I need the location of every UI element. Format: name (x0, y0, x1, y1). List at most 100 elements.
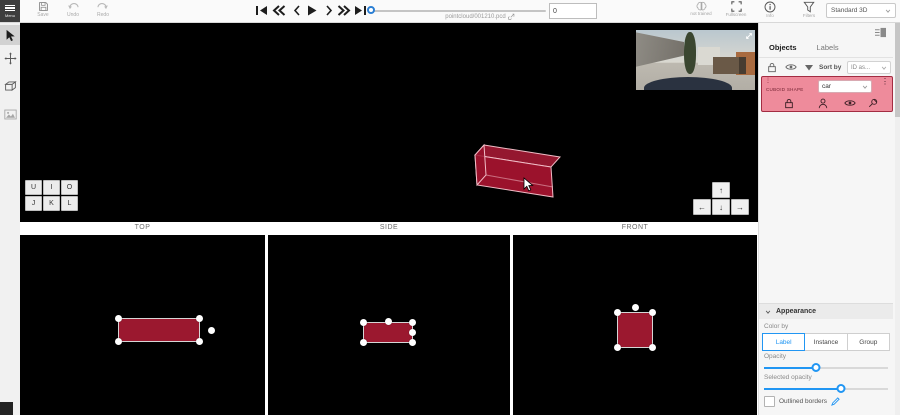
cuboid-tool-button[interactable] (0, 76, 20, 96)
frame-number-input[interactable] (549, 3, 597, 19)
resize-handle[interactable] (196, 315, 203, 322)
prev-frame-button[interactable] (289, 3, 304, 18)
front-view-label: FRONT (513, 224, 757, 231)
color-by-group-button[interactable]: Group (847, 333, 890, 351)
camera-preview[interactable] (636, 30, 755, 90)
mode-dropdown[interactable]: Standard 3D (826, 3, 896, 18)
redo-icon (97, 1, 109, 12)
chevron-down-icon (885, 8, 891, 14)
resize-handle[interactable] (614, 309, 621, 316)
resize-handle[interactable] (614, 344, 621, 351)
appearance-section-header[interactable]: Appearance (759, 303, 893, 319)
panel-scrollbar[interactable] (895, 22, 900, 415)
not-trained-indicator[interactable]: not trained (684, 1, 718, 17)
hotkey-i[interactable]: I (43, 180, 60, 195)
objects-controls-row: Sort by ID as... (759, 60, 893, 76)
fullscreen-button[interactable]: Fullscreen (719, 1, 753, 18)
resize-handle[interactable] (649, 344, 656, 351)
save-icon (38, 1, 49, 12)
frame-slider[interactable] (372, 10, 546, 12)
resize-handle[interactable] (409, 329, 416, 336)
annotation-rect-top[interactable] (118, 318, 200, 342)
hotkey-u[interactable]: U (25, 180, 42, 195)
annotation-rect-front[interactable] (617, 312, 653, 348)
annotation-rect-side[interactable] (363, 322, 413, 343)
color-by-label: Color by (764, 323, 788, 330)
main-3d-view[interactable]: U I O J K L ↑ ← ↓ → (20, 22, 758, 222)
image-tool-button[interactable] (0, 104, 20, 124)
resize-handle[interactable] (360, 339, 367, 346)
front-view[interactable] (513, 235, 757, 415)
resize-handle[interactable] (385, 318, 392, 325)
chevron-down-icon (881, 65, 887, 71)
fast-forward-button[interactable] (336, 3, 351, 18)
info-button[interactable]: Info (753, 1, 787, 19)
top-toolbar: Menu Save Undo Redo (0, 0, 900, 23)
filters-button[interactable]: Filters (792, 1, 826, 19)
hotkey-j[interactable]: J (25, 196, 42, 211)
hotkey-l[interactable]: L (61, 196, 78, 211)
eye-icon[interactable] (844, 98, 856, 108)
resize-handle[interactable] (649, 309, 656, 316)
rotate-handle[interactable] (208, 327, 215, 334)
lock-icon[interactable] (784, 98, 794, 109)
resize-handle[interactable] (115, 338, 122, 345)
class-dropdown[interactable]: car (818, 80, 872, 93)
object-card-car[interactable]: ⋮ CUBOID SHAPE car ⋮ (761, 76, 893, 112)
play-button[interactable] (304, 3, 319, 18)
arrow-up-button[interactable]: ↑ (712, 182, 730, 198)
selected-opacity-slider-knob[interactable] (836, 384, 845, 393)
next-frame-button[interactable] (321, 3, 336, 18)
camera-tree (684, 32, 696, 74)
outlined-borders-checkbox[interactable] (764, 396, 775, 407)
pin-icon[interactable] (868, 98, 878, 109)
expand-icon[interactable] (745, 32, 753, 40)
person-icon[interactable] (818, 98, 828, 109)
opacity-slider[interactable] (764, 363, 888, 372)
opacity-slider-knob[interactable] (812, 363, 821, 372)
resize-handle[interactable] (409, 319, 416, 326)
side-view[interactable] (268, 235, 510, 415)
eye-icon[interactable] (785, 62, 797, 72)
lock-icon[interactable] (767, 62, 777, 73)
skip-first-button[interactable] (254, 3, 269, 18)
outlined-borders-row: Outlined borders (764, 396, 840, 407)
frame-slider-knob[interactable] (367, 6, 375, 14)
color-by-label-button[interactable]: Label (762, 333, 805, 351)
menu-button[interactable]: Menu (0, 0, 20, 22)
selected-opacity-slider[interactable] (764, 384, 888, 393)
select-tool-button[interactable] (0, 25, 20, 45)
bottom-left-widget[interactable] (0, 402, 13, 415)
resize-handle[interactable] (409, 339, 416, 346)
arrow-left-button[interactable]: ← (693, 199, 711, 215)
tab-objects[interactable]: Objects (759, 40, 807, 57)
camera-wall (636, 30, 684, 70)
panel-toggle-button[interactable] (868, 24, 892, 40)
kebab-menu-icon[interactable]: ⋮ (881, 80, 889, 84)
image-icon (4, 109, 17, 120)
arrow-down-button[interactable]: ↓ (712, 199, 730, 215)
skip-last-button[interactable] (353, 3, 368, 18)
hotkey-k[interactable]: K (43, 196, 60, 211)
caret-down-icon[interactable] (805, 65, 813, 71)
undo-button[interactable]: Undo (60, 1, 86, 18)
redo-button[interactable]: Redo (90, 1, 116, 18)
drag-handle-icon[interactable]: ⋮ (765, 79, 771, 84)
save-button[interactable]: Save (30, 1, 56, 18)
left-tool-rail (0, 22, 21, 415)
pan-tool-button[interactable] (0, 48, 20, 68)
scrollbar-thumb[interactable] (895, 22, 900, 117)
resize-handle[interactable] (196, 338, 203, 345)
rotate-handle[interactable] (632, 304, 639, 311)
arrow-right-button[interactable]: → (731, 199, 749, 215)
color-by-instance-button[interactable]: Instance (804, 333, 847, 351)
pencil-icon[interactable] (831, 397, 840, 406)
resize-handle[interactable] (360, 319, 367, 326)
hotkey-o[interactable]: O (61, 180, 78, 195)
fast-rewind-button[interactable] (271, 3, 286, 18)
sort-dropdown[interactable]: ID as... (847, 61, 891, 74)
resize-handle[interactable] (115, 315, 122, 322)
color-by-button-group: Label Instance Group (762, 333, 890, 349)
top-view[interactable] (20, 235, 265, 415)
tab-labels[interactable]: Labels (807, 40, 849, 57)
